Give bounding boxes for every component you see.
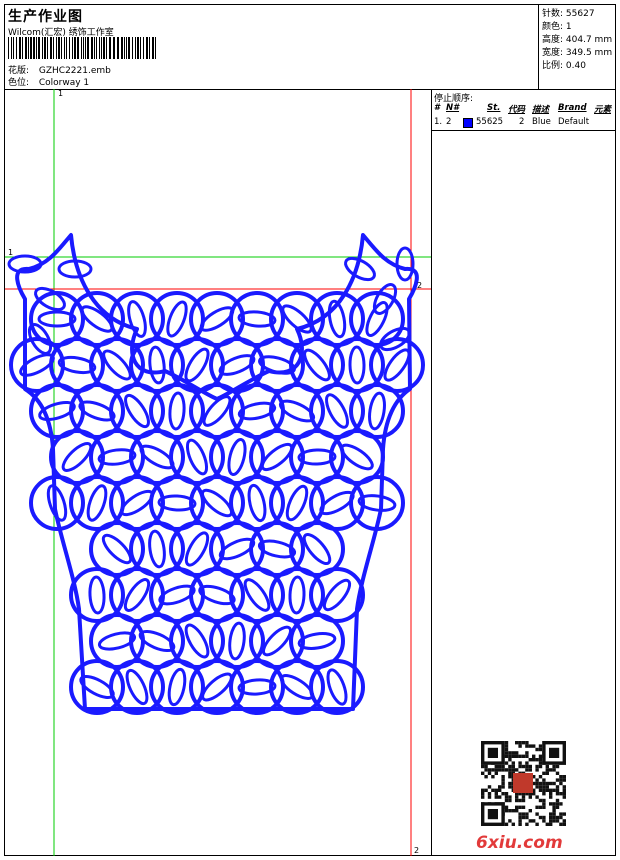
stat-height-value: 404.7 mm <box>565 35 613 45</box>
thread-color-swatch <box>463 118 473 128</box>
col-n: N# <box>446 103 460 113</box>
col-st: St. <box>487 103 501 113</box>
stats-panel: 针数: 55627 颜色: 1 高度: 404.7 mm 宽度: 349.5 m… <box>538 5 616 89</box>
stat-colors: 颜色: 1 <box>542 19 572 32</box>
stat-scale: 比例: 0.40 <box>542 58 586 71</box>
design-canvas: 1 1 2 2 <box>5 89 432 856</box>
col-num: # <box>434 103 440 113</box>
stat-height: 高度: 404.7 mm <box>542 32 612 45</box>
page-title: 生产作业图 <box>8 9 83 25</box>
col-code: 代码 <box>508 105 526 115</box>
stop-sequence-row: 1. 2 55625 2 Blue Default <box>431 117 615 129</box>
colorway-line: 色位: Colorway 1 <box>8 75 89 88</box>
guide-left-label: 1 <box>8 248 14 257</box>
watermark-logo: 6xiu.com <box>476 833 563 853</box>
row-num: 1. <box>434 117 443 127</box>
production-worksheet: 生产作业图 Wilcom(汇宏) 绣饰工作室 花版: GZHC2221.emb … <box>4 4 616 856</box>
col-desc: 描述 <box>532 105 550 115</box>
worksheet-header: 生产作业图 Wilcom(汇宏) 绣饰工作室 花版: GZHC2221.emb … <box>5 5 615 90</box>
row-brand: Default <box>558 117 590 127</box>
stat-stitches-value: 55627 <box>565 9 595 19</box>
stop-sequence-header: # N# St. 代码 描述 Brand 元素 <box>431 103 615 115</box>
guide-bottom-label: 2 <box>414 846 420 855</box>
stat-stitches-label: 针数: <box>542 9 564 19</box>
qr-code <box>481 741 566 826</box>
colorway-label: 色位: <box>8 78 30 88</box>
embroidery-lace-design <box>7 233 425 715</box>
barcode <box>8 37 156 59</box>
divider <box>431 130 615 131</box>
row-code: 2 <box>519 117 525 127</box>
stat-height-label: 高度: <box>542 35 564 45</box>
stop-sequence-panel: 停止顺序: # N# St. 代码 描述 Brand 元素 1. 2 55625… <box>431 89 615 856</box>
stat-colors-label: 颜色: <box>542 22 564 32</box>
row-st: 55625 <box>476 117 504 127</box>
embroidery-preview <box>5 89 431 856</box>
stat-stitches: 针数: 55627 <box>542 6 595 19</box>
stat-width-label: 宽度: <box>542 48 564 58</box>
stat-width: 宽度: 349.5 mm <box>542 45 612 58</box>
stat-scale-label: 比例: <box>542 61 564 71</box>
stat-scale-value: 0.40 <box>565 61 586 71</box>
stat-colors-value: 1 <box>565 22 572 32</box>
guide-right-label: 2 <box>417 281 423 290</box>
stat-width-value: 349.5 mm <box>565 48 613 58</box>
row-desc: Blue <box>532 117 551 127</box>
row-n: 2 <box>446 117 452 127</box>
colorway-value: Colorway 1 <box>38 78 90 88</box>
col-element: 元素 <box>594 105 612 115</box>
guide-top-label: 1 <box>58 89 64 98</box>
col-brand: Brand <box>558 103 587 113</box>
